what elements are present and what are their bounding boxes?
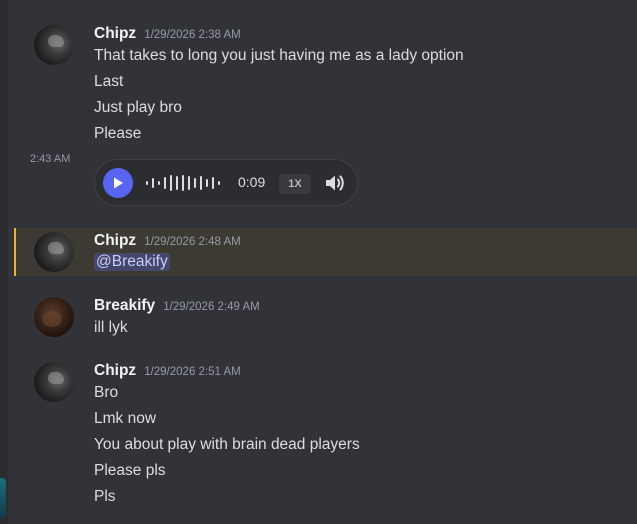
message-text: Bro	[94, 384, 119, 401]
avatar[interactable]	[34, 25, 74, 65]
waveform-bar	[218, 181, 220, 185]
waveform-bar	[182, 175, 184, 191]
waveform-bar	[146, 181, 148, 185]
message-text: Pls	[94, 488, 116, 505]
message-text: That takes to long you just having me as…	[94, 47, 464, 64]
hover-timestamp: 2:43 AM	[30, 153, 71, 165]
waveform-bar	[176, 176, 178, 190]
play-icon	[114, 177, 123, 189]
chat-message-list: Chipz 1/29/2026 2:38 AM That takes to lo…	[0, 0, 637, 524]
volume-icon	[326, 175, 344, 191]
author-name[interactable]: Chipz	[94, 362, 136, 380]
play-button[interactable]	[103, 168, 133, 198]
waveform-bar	[164, 177, 166, 189]
message-timestamp: 1/29/2026 2:38 AM	[144, 29, 241, 41]
message-header: Chipz 1/29/2026 2:48 AM	[94, 232, 241, 250]
waveform[interactable]	[146, 172, 220, 194]
message-text: Lmk now	[94, 410, 157, 427]
message-text: Just play bro	[94, 99, 182, 116]
left-gutter	[0, 0, 8, 524]
avatar[interactable]	[34, 232, 74, 272]
waveform-bar	[200, 176, 202, 190]
message-header: Breakify 1/29/2026 2:49 AM	[94, 297, 260, 315]
message-timestamp: 1/29/2026 2:51 AM	[144, 366, 241, 378]
message-text: Please pls	[94, 462, 166, 479]
message-text: Last	[94, 73, 124, 90]
avatar[interactable]	[34, 362, 74, 402]
message-text: Please	[94, 125, 142, 142]
waveform-bar	[170, 175, 172, 191]
message-text: You about play with brain dead players	[94, 436, 360, 453]
message-timestamp: 1/29/2026 2:49 AM	[163, 301, 260, 313]
author-name[interactable]: Chipz	[94, 232, 136, 250]
waveform-bar	[194, 178, 196, 188]
waveform-bar	[158, 181, 160, 185]
avatar[interactable]	[34, 297, 74, 337]
user-mention[interactable]: @Breakify	[94, 253, 170, 271]
message-text: ill lyk	[94, 319, 128, 336]
playback-speed-button[interactable]: 1X	[279, 174, 311, 194]
volume-button[interactable]	[323, 172, 347, 194]
author-name[interactable]: Chipz	[94, 25, 136, 43]
waveform-bar	[212, 177, 214, 189]
message-header: Chipz 1/29/2026 2:38 AM	[94, 25, 241, 43]
message-header: Chipz 1/29/2026 2:51 AM	[94, 362, 241, 380]
author-name[interactable]: Breakify	[94, 297, 155, 315]
waveform-bar	[188, 176, 190, 190]
voice-duration: 0:09	[238, 174, 266, 190]
voice-message-player: 0:09 1X	[94, 159, 358, 206]
waveform-bar	[152, 178, 154, 188]
waveform-bar	[206, 179, 208, 187]
app-icon-edge[interactable]	[0, 478, 6, 518]
message-timestamp: 1/29/2026 2:48 AM	[144, 236, 241, 248]
